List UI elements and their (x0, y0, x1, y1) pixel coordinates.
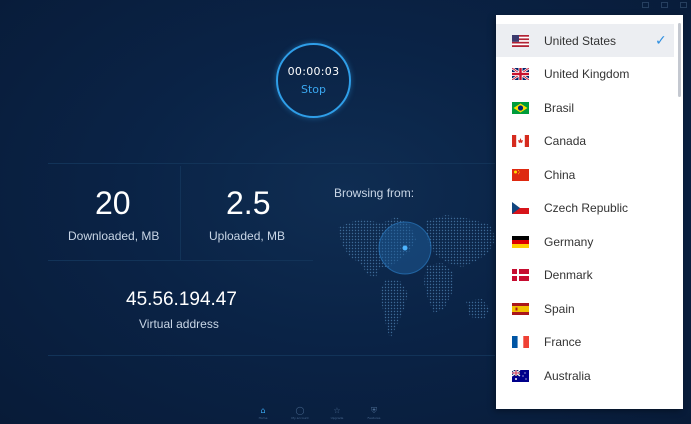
nav-upgrade[interactable]: ☆ Upgrade (326, 406, 348, 420)
country-name: Denmark (544, 267, 593, 282)
country-option-france[interactable]: France (496, 325, 674, 358)
nav-label: My account (291, 416, 309, 420)
virtual-ip-label: Virtual address (139, 317, 219, 331)
downloaded-value: 20 (95, 185, 131, 221)
nav-features[interactable]: ⛨ Features (363, 406, 385, 420)
country-option-spain[interactable]: Spain (496, 292, 674, 325)
uk-flag-icon (512, 67, 529, 80)
close-icon[interactable] (680, 2, 687, 8)
connection-timer: 00:00:03 (287, 65, 340, 78)
country-name: Australia (544, 368, 591, 383)
country-name: United Kingdom (544, 66, 630, 81)
dk-flag-icon (512, 268, 529, 281)
checkmark-icon: ✓ (655, 32, 667, 49)
star-icon: ☆ (333, 406, 341, 415)
cn-flag-icon (512, 168, 529, 181)
maximize-icon[interactable] (661, 2, 668, 8)
virtual-ip-value: 45.56.194.47 (126, 289, 237, 310)
country-name: Canada (544, 133, 587, 148)
country-dropdown[interactable]: United States ✓ United Kingdom Brasil Ca… (496, 15, 683, 409)
country-option-brasil[interactable]: Brasil (496, 91, 674, 124)
nav-my-account[interactable]: ◯ My account (289, 406, 311, 420)
window-controls (642, 0, 687, 10)
user-icon: ◯ (295, 406, 305, 415)
uploaded-label: Uploaded, MB (209, 229, 286, 243)
stop-label: Stop (300, 83, 326, 96)
country-option-czech-republic[interactable]: Czech Republic (496, 191, 674, 224)
country-name: China (544, 167, 576, 182)
minimize-icon[interactable] (642, 2, 649, 8)
us-flag-icon (512, 34, 529, 47)
nav-label: Features (367, 416, 381, 420)
country-option-denmark[interactable]: Denmark (496, 258, 674, 291)
country-name: Brasil (544, 100, 575, 115)
bottom-nav: ⌂ Home ◯ My account ☆ Upgrade ⛨ Features (252, 406, 385, 420)
country-option-united-kingdom[interactable]: United Kingdom (496, 57, 674, 90)
country-option-china[interactable]: China (496, 158, 674, 191)
cz-flag-icon (512, 201, 529, 214)
country-option-australia[interactable]: Australia (496, 359, 674, 392)
world-map (330, 205, 498, 345)
country-name: United States (544, 33, 617, 48)
es-flag-icon (512, 302, 529, 315)
ca-flag-icon (512, 134, 529, 147)
nav-home[interactable]: ⌂ Home (252, 406, 274, 420)
country-option-germany[interactable]: Germany (496, 225, 674, 258)
country-option-united-states[interactable]: United States ✓ (496, 24, 674, 57)
country-name: Spain (544, 301, 575, 316)
dropdown-scrollbar[interactable] (674, 15, 683, 409)
uploaded-value: 2.5 (226, 185, 271, 221)
au-flag-icon (512, 369, 529, 382)
shield-icon: ⛨ (371, 406, 377, 415)
scrollbar-thumb[interactable] (678, 23, 681, 97)
nav-label: Home (258, 416, 268, 420)
fr-flag-icon (512, 335, 529, 348)
home-icon: ⌂ (260, 406, 266, 415)
divider (180, 166, 181, 260)
browsing-from-label: Browsing from: (334, 186, 415, 200)
country-name: Czech Republic (544, 200, 629, 215)
stop-connection-button[interactable]: 00:00:03 Stop (276, 43, 351, 118)
country-name: Germany (544, 234, 594, 249)
country-name: France (544, 334, 582, 349)
divider (48, 260, 313, 261)
downloaded-label: Downloaded, MB (68, 229, 160, 243)
nav-label: Upgrade (330, 416, 344, 420)
country-option-canada[interactable]: Canada (496, 124, 674, 157)
de-flag-icon (512, 235, 529, 248)
br-flag-icon (512, 101, 529, 114)
